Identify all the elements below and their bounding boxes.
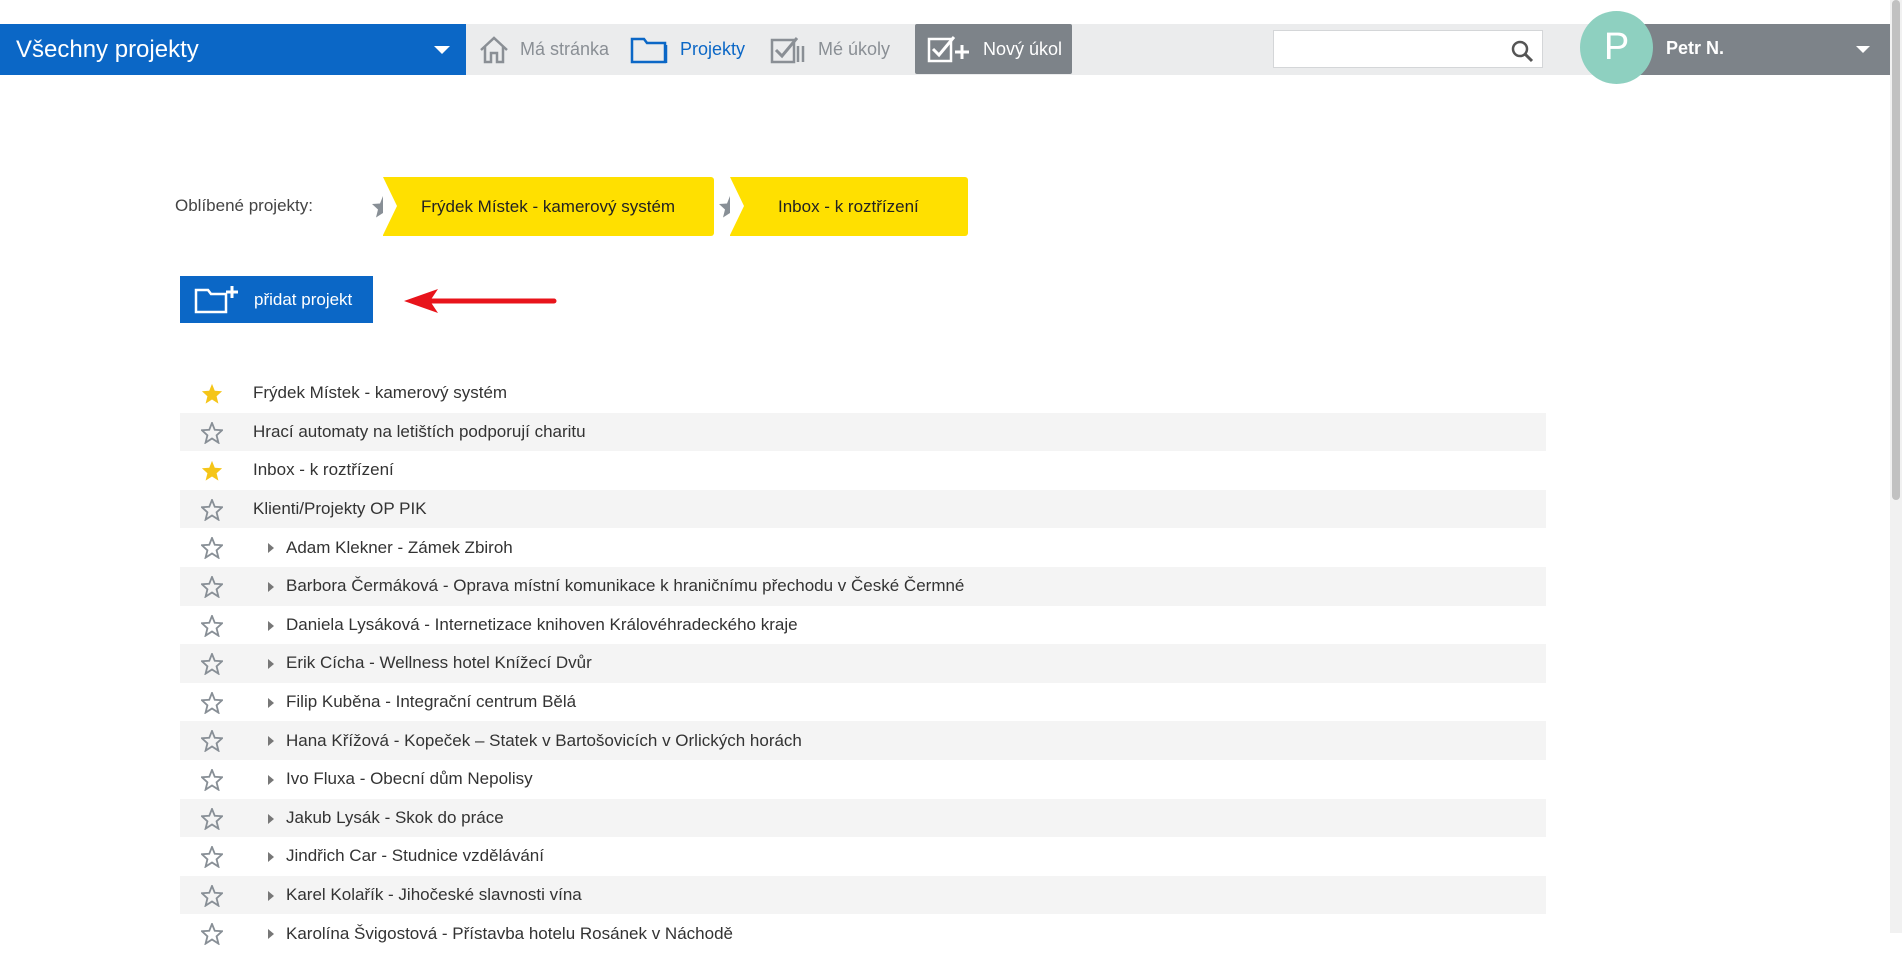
favorites-label: Oblíbené projekty: <box>175 196 313 215</box>
project-row[interactable]: Daniela Lysáková - Internetizace knihove… <box>180 606 1546 645</box>
project-name: Ivo Fluxa - Obecní dům Nepolisy <box>286 769 533 789</box>
caret-right-icon[interactable] <box>268 929 274 940</box>
star-icon[interactable] <box>201 923 223 946</box>
project-row[interactable]: Jakub Lysák - Skok do práce <box>180 798 1546 838</box>
chevron-down-icon <box>434 46 450 54</box>
project-name: Karolína Švigostová - Přístavba hotelu R… <box>286 923 733 943</box>
star-icon[interactable] <box>201 691 223 714</box>
nav-projects[interactable]: Projekty <box>630 24 745 75</box>
project-name: Karel Kolařík - Jihočeské slavnosti vína <box>286 885 582 905</box>
star-icon[interactable] <box>201 807 223 830</box>
folder-icon <box>630 37 668 63</box>
favorite-project-chip[interactable]: Frýdek Místek - kamerový systém <box>383 177 714 236</box>
star-icon[interactable] <box>201 498 223 521</box>
project-selector[interactable]: Všechny projekty <box>0 24 466 75</box>
scrollbar-thumb[interactable] <box>1892 0 1900 500</box>
favorite-project-label: Inbox - k roztřízení <box>778 196 919 216</box>
nav-my-page[interactable]: Má stránka <box>478 24 609 75</box>
project-row[interactable]: Frýdek Místek - kamerový systém <box>180 374 1546 413</box>
project-name: Hrací automaty na letištích podporují ch… <box>253 421 586 441</box>
favorite-project-chip[interactable]: Inbox - k roztřízení <box>730 177 968 236</box>
folder-add-icon <box>194 285 238 313</box>
star-icon[interactable] <box>201 614 223 637</box>
favorite-project-label: Frýdek Místek - kamerový systém <box>421 196 676 216</box>
search-icon[interactable] <box>1510 39 1534 63</box>
star-icon[interactable] <box>201 884 223 907</box>
caret-right-icon[interactable] <box>268 543 274 554</box>
star-icon[interactable] <box>201 537 223 560</box>
caret-right-icon[interactable] <box>268 697 274 708</box>
project-name: Adam Klekner - Zámek Zbiroh <box>286 537 513 557</box>
project-row[interactable]: Klienti/Projekty OP PIK <box>180 489 1546 529</box>
project-row[interactable]: Hana Křížová - Kopeček – Statek v Bartoš… <box>180 721 1546 760</box>
nav-my-tasks[interactable]: Mé úkoly <box>770 24 890 75</box>
search-box <box>1273 30 1543 68</box>
chevron-down-icon <box>1856 46 1870 53</box>
project-name: Jakub Lysák - Skok do práce <box>286 807 504 827</box>
caret-right-icon[interactable] <box>268 659 274 670</box>
add-task-icon <box>927 36 969 63</box>
star-icon[interactable] <box>201 383 223 405</box>
new-task-label: Nový úkol <box>983 38 1063 59</box>
nav-my-page-label: Má stránka <box>520 39 610 59</box>
project-name: Erik Cícha - Wellness hotel Knížecí Dvůr <box>286 653 592 673</box>
project-row[interactable]: Hrací automaty na letištích podporují ch… <box>180 412 1546 452</box>
project-row[interactable]: Adam Klekner - Zámek Zbiroh <box>180 528 1546 567</box>
search-input[interactable] <box>1274 32 1504 66</box>
caret-right-icon[interactable] <box>268 813 274 824</box>
project-name: Barbora Čermáková - Oprava místní komuni… <box>286 576 965 596</box>
project-row[interactable]: Inbox - k roztřízení <box>180 451 1546 490</box>
project-selector-label: Všechny projekty <box>16 35 199 63</box>
project-row[interactable]: Karel Kolařík - Jihočeské slavnosti vína <box>180 875 1546 915</box>
star-icon[interactable] <box>201 575 223 598</box>
project-row[interactable]: Filip Kuběna - Integrační centrum Bělá <box>180 683 1546 722</box>
project-row[interactable]: Barbora Čermáková - Oprava místní komuni… <box>180 566 1546 606</box>
star-icon[interactable] <box>201 421 223 444</box>
project-name: Frýdek Místek - kamerový systém <box>253 383 508 403</box>
user-name: Petr N. <box>1666 38 1725 58</box>
project-name: Jindřich Car - Studnice vzdělávání <box>286 846 544 866</box>
project-name: Hana Křížová - Kopeček – Statek v Bartoš… <box>286 730 802 750</box>
project-row[interactable]: Jindřich Car - Studnice vzdělávání <box>180 837 1546 876</box>
add-project-button[interactable]: přidat projekt <box>180 276 373 323</box>
star-icon[interactable] <box>201 768 223 791</box>
project-list: Frýdek Místek - kamerový systém Hrací aut… <box>180 374 1546 953</box>
home-icon <box>480 35 508 63</box>
caret-right-icon[interactable] <box>268 736 274 747</box>
project-row[interactable]: Ivo Fluxa - Obecní dům Nepolisy <box>180 760 1546 799</box>
project-row[interactable]: Karolína Švigostová - Přístavba hotelu R… <box>180 914 1546 953</box>
star-icon[interactable] <box>201 846 223 869</box>
caret-right-icon[interactable] <box>268 620 274 631</box>
project-name: Klienti/Projekty OP PIK <box>253 499 427 519</box>
add-project-label: přidat projekt <box>254 289 353 309</box>
project-name: Daniela Lysáková - Internetizace knihove… <box>286 614 798 634</box>
new-task-button[interactable]: Nový úkol <box>915 24 1072 74</box>
caret-right-icon[interactable] <box>268 890 274 901</box>
avatar[interactable]: P <box>1580 11 1653 84</box>
caret-right-icon[interactable] <box>268 852 274 863</box>
checklist-icon <box>770 36 805 63</box>
annotation-arrow-icon <box>404 289 557 313</box>
project-name: Filip Kuběna - Integrační centrum Bělá <box>286 692 577 712</box>
user-menu[interactable]: Petr N. <box>1612 24 1890 75</box>
project-name: Inbox - k roztřízení <box>253 460 394 480</box>
project-row[interactable]: Erik Cícha - Wellness hotel Knížecí Dvůr <box>180 644 1546 683</box>
star-icon[interactable] <box>201 730 223 753</box>
nav-my-tasks-label: Mé úkoly <box>818 39 891 59</box>
scrollbar[interactable] <box>1890 0 1902 933</box>
star-icon[interactable] <box>201 460 223 482</box>
star-icon[interactable] <box>201 653 223 676</box>
nav-projects-label: Projekty <box>680 39 746 59</box>
caret-right-icon[interactable] <box>268 581 274 592</box>
caret-right-icon[interactable] <box>268 774 274 785</box>
